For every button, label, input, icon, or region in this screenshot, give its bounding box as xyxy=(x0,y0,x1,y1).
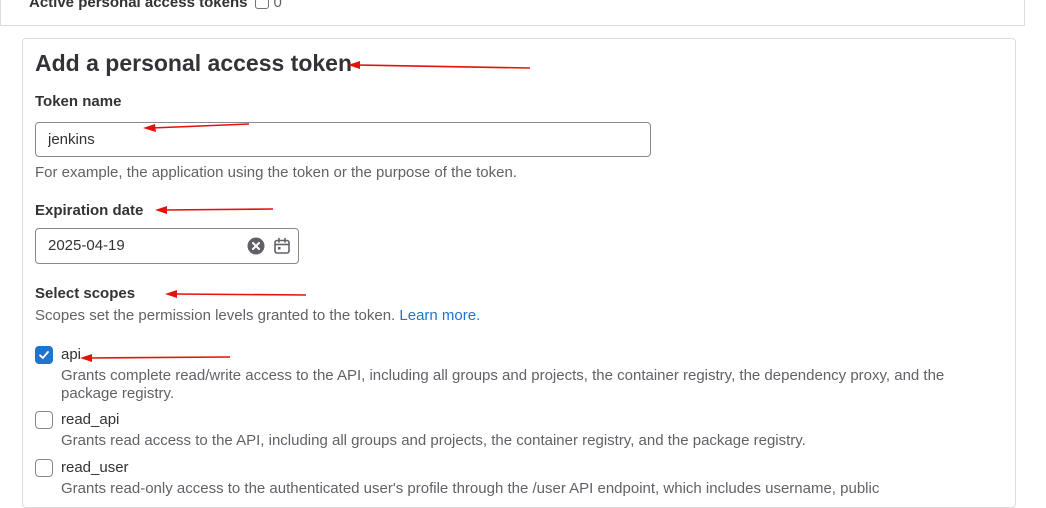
active-tokens-label: Active personal access tokens xyxy=(29,0,248,11)
check-icon xyxy=(39,351,49,359)
select-scopes-label: Select scopes xyxy=(35,285,136,302)
scope-api-desc: Grants complete read/write access to the… xyxy=(61,367,945,402)
count-icon xyxy=(255,0,270,9)
clear-icon[interactable] xyxy=(247,237,265,255)
active-tokens-count: 0 xyxy=(273,0,282,11)
token-name-label: Token name xyxy=(35,93,122,110)
scope-api-checkbox[interactable] xyxy=(35,346,53,364)
expiration-date-label: Expiration date xyxy=(35,202,144,219)
scopes-help: Scopes set the permission levels granted… xyxy=(35,307,480,324)
calendar-icon[interactable] xyxy=(273,237,291,255)
active-tokens-heading: Active personal access tokens 0 xyxy=(29,0,282,11)
token-name-help: For example, the application using the t… xyxy=(35,164,517,181)
scope-read-user-name: read_user xyxy=(61,459,129,476)
scopes-help-text: Scopes set the permission levels granted… xyxy=(35,307,396,324)
scope-read-user-desc: Grants read-only access to the authentic… xyxy=(61,480,880,497)
scope-read-api-name: read_api xyxy=(61,411,120,428)
scope-read-api-desc: Grants read access to the API, including… xyxy=(61,432,806,449)
expiration-date-value: 2025-04-19 xyxy=(48,237,125,254)
token-name-input[interactable] xyxy=(35,122,651,157)
scope-api-name: api xyxy=(61,346,82,363)
learn-more-link[interactable]: Learn more. xyxy=(399,307,480,324)
expiration-date-field[interactable]: 2025-04-19 xyxy=(35,228,299,264)
scope-read-user-checkbox[interactable] xyxy=(35,459,53,477)
scope-read-api-checkbox[interactable] xyxy=(35,411,53,429)
page-title: Add a personal access token xyxy=(35,50,353,76)
